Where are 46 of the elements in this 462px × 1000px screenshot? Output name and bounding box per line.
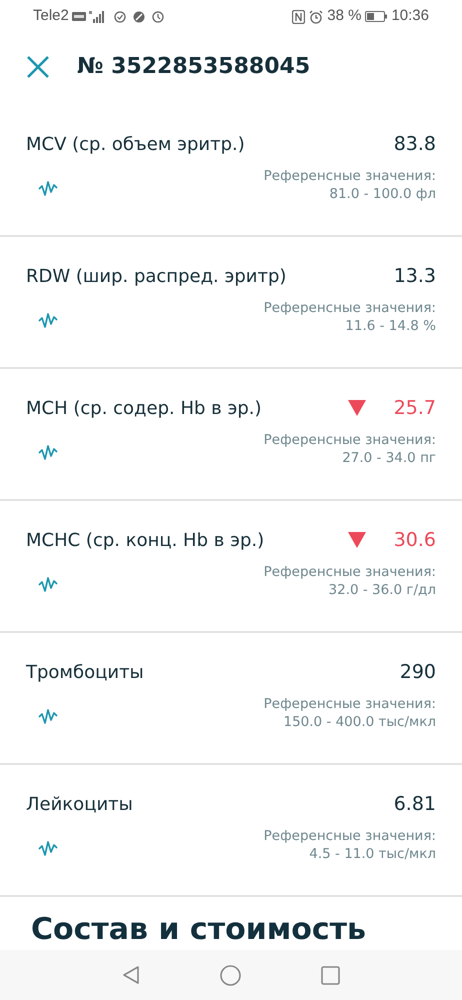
volte-icon bbox=[72, 12, 86, 21]
test-value: 25.7 bbox=[394, 396, 436, 421]
section-heading: Состав и стоимость bbox=[31, 914, 366, 946]
alarm-icon bbox=[309, 10, 324, 24]
reference-range: 11.6 - 14.8 % bbox=[345, 317, 436, 335]
test-name: MCHC (ср. конц. Hb в эр.) bbox=[26, 528, 264, 552]
pulse-chart-icon[interactable] bbox=[38, 444, 58, 461]
home-icon[interactable] bbox=[220, 964, 241, 986]
battery-icon bbox=[365, 11, 388, 22]
test-name: RDW (шир. распред. эритр) bbox=[26, 264, 286, 288]
reference-label: Референсные значения: bbox=[264, 695, 436, 713]
test-name: MCH (ср. содер. Hb в эр.) bbox=[26, 396, 262, 420]
clock-icon bbox=[152, 10, 164, 22]
back-icon[interactable] bbox=[122, 965, 140, 985]
reference-range: 32.0 - 36.0 г/дл bbox=[328, 581, 436, 599]
reference-range: 4.5 - 11.0 тыс/мкл bbox=[309, 845, 436, 863]
pulse-chart-icon[interactable] bbox=[38, 576, 58, 593]
pulse-chart-icon[interactable] bbox=[38, 708, 58, 725]
test-name: Тромбоциты bbox=[26, 660, 144, 684]
battery-percent: 38 % bbox=[327, 6, 362, 26]
reference-label: Референсные значения: bbox=[264, 167, 436, 185]
recents-icon[interactable] bbox=[321, 966, 340, 984]
close-button[interactable] bbox=[26, 54, 50, 78]
reference-label: Референсные значения: bbox=[264, 431, 436, 449]
carrier-name: Tele2 bbox=[33, 6, 69, 26]
test-value: 6.81 bbox=[394, 792, 436, 817]
test-value: 13.3 bbox=[394, 264, 436, 289]
page-title: № 3522853588045 bbox=[77, 53, 310, 81]
signal-icon bbox=[88, 10, 107, 22]
test-name: MCV (ср. объем эритр.) bbox=[26, 132, 245, 156]
reference-label: Референсные значения: bbox=[264, 827, 436, 845]
pulse-chart-icon[interactable] bbox=[38, 312, 58, 329]
reference-range: 27.0 - 34.0 пг bbox=[342, 449, 436, 467]
reference-range: 81.0 - 100.0 фл bbox=[329, 185, 436, 203]
test-value: 30.6 bbox=[394, 528, 436, 553]
pulse-chart-icon[interactable] bbox=[38, 840, 58, 857]
test-name: Лейкоциты bbox=[26, 792, 133, 816]
test-value: 290 bbox=[400, 660, 436, 685]
pulse-chart-icon[interactable] bbox=[38, 180, 58, 197]
reference-range: 150.0 - 400.0 тыс/мкл bbox=[283, 713, 436, 731]
test-value: 83.8 bbox=[394, 132, 436, 157]
reference-label: Референсные значения: bbox=[264, 563, 436, 581]
reference-label: Референсные значения: bbox=[264, 299, 436, 317]
circle-icon bbox=[132, 10, 145, 22]
clock-time: 10:36 bbox=[391, 6, 429, 26]
nfc-icon bbox=[292, 10, 306, 24]
